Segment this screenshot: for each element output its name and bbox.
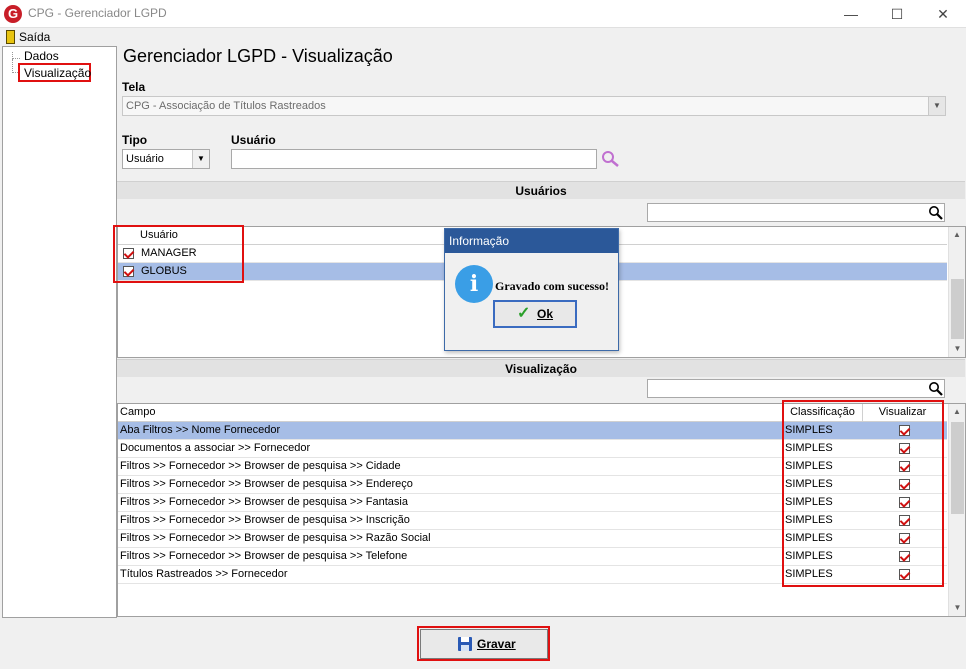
scroll-up-icon[interactable]: ▲ <box>949 404 965 420</box>
field-name: Filtros >> Fornecedor >> Browser de pesq… <box>120 514 410 526</box>
field-name: Aba Filtros >> Nome Fornecedor <box>120 424 281 436</box>
tree-connector <box>12 52 20 59</box>
door-exit-icon <box>6 30 15 44</box>
type-label: Tipo <box>122 133 148 147</box>
field-name: Documentos a associar >> Fornecedor <box>120 442 311 454</box>
field-name: Filtros >> Fornecedor >> Browser de pesq… <box>120 496 408 508</box>
column-field: Campo <box>120 406 156 418</box>
ok-label: Ok <box>537 307 554 321</box>
scroll-down-icon[interactable]: ▼ <box>949 341 966 357</box>
checkmark-icon: ✓ <box>517 305 531 322</box>
type-value: Usuário <box>126 153 164 165</box>
page-title: Gerenciador LGPD - Visualização <box>123 46 393 66</box>
user-input[interactable] <box>231 149 597 169</box>
view-filter-input[interactable] <box>647 379 945 398</box>
field-name: Filtros >> Fornecedor >> Browser de pesq… <box>120 460 401 472</box>
users-section-header: Usuários <box>117 181 965 199</box>
view-scrollbar[interactable]: ▲ ▼ <box>948 404 965 616</box>
ok-button[interactable]: ✓ Ok <box>493 300 577 328</box>
maximize-button[interactable]: ☐ <box>874 0 920 28</box>
highlight-box <box>113 225 244 283</box>
close-button[interactable]: ✕ <box>920 0 966 28</box>
info-icon: i <box>455 265 493 303</box>
chevron-down-icon: ▼ <box>192 150 209 168</box>
tree-item-visualizacao[interactable]: Visualização <box>24 66 91 80</box>
view-section-header: Visualização <box>117 359 965 377</box>
screen-combo[interactable]: CPG - Associação de Títulos Rastreados ▼ <box>122 96 946 116</box>
save-label: Gravar <box>477 637 516 651</box>
field-name: Filtros >> Fornecedor >> Browser de pesq… <box>120 550 408 562</box>
screen-label: Tela <box>122 80 146 94</box>
app-logo-icon: G <box>4 5 22 23</box>
menu-bar <box>0 28 966 46</box>
field-name: Filtros >> Fornecedor >> Browser de pesq… <box>120 478 413 490</box>
minimize-button[interactable]: — <box>828 0 874 28</box>
floppy-disk-icon <box>458 637 472 651</box>
scroll-thumb[interactable] <box>951 279 964 339</box>
menu-exit[interactable]: Saída <box>19 30 50 44</box>
field-name: Títulos Rastreados >> Fornecedor <box>120 568 288 580</box>
window-title: CPG - Gerenciador LGPD <box>28 6 167 20</box>
tree-item-dados[interactable]: Dados <box>24 49 59 63</box>
dialog-title: Informação <box>445 229 618 253</box>
user-label: Usuário <box>231 133 276 147</box>
dialog-message: Gravado com sucesso! <box>495 279 609 293</box>
search-icon[interactable] <box>601 150 621 168</box>
search-icon[interactable] <box>928 205 944 221</box>
users-scrollbar[interactable]: ▲ ▼ <box>948 227 965 357</box>
field-name: Filtros >> Fornecedor >> Browser de pesq… <box>120 532 431 544</box>
info-dialog: Informação i Gravado com sucesso! ✓ Ok <box>444 228 619 351</box>
scroll-up-icon[interactable]: ▲ <box>949 227 965 243</box>
users-filter-input[interactable] <box>647 203 945 222</box>
navigation-tree <box>2 46 117 618</box>
scroll-down-icon[interactable]: ▼ <box>949 600 966 616</box>
screen-value: CPG - Associação de Títulos Rastreados <box>126 100 326 112</box>
search-icon[interactable] <box>928 381 944 397</box>
save-button[interactable]: Gravar <box>420 629 548 659</box>
scroll-thumb[interactable] <box>951 422 964 514</box>
type-combo[interactable]: Usuário ▼ <box>122 149 210 169</box>
chevron-down-icon: ▼ <box>928 97 945 115</box>
highlight-box <box>782 400 944 587</box>
